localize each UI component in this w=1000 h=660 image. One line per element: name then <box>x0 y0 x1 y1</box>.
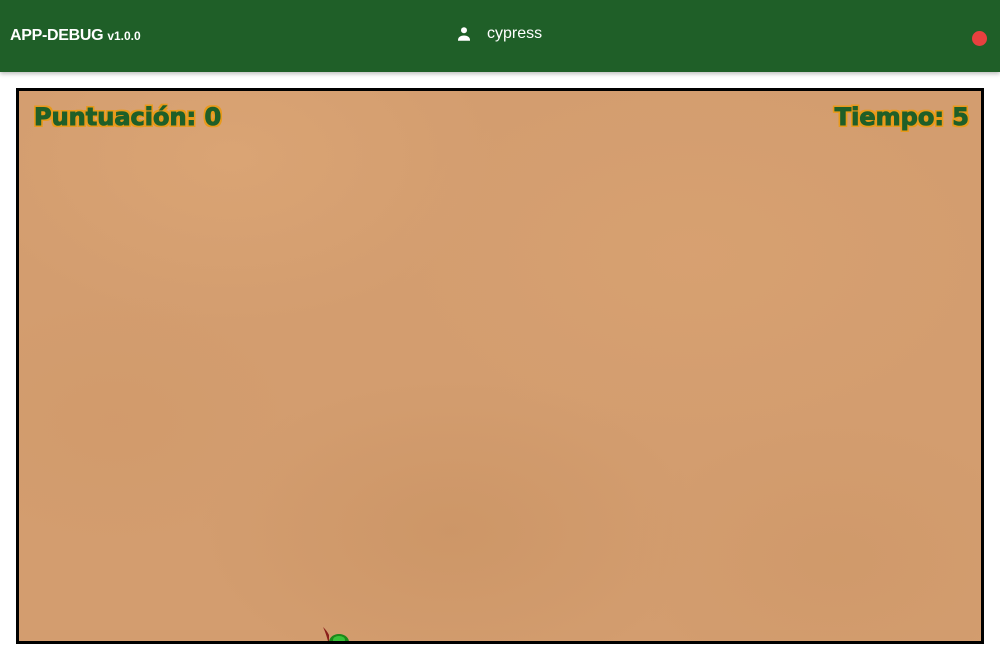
app-version: v1.0.0 <box>107 29 141 43</box>
game-canvas[interactable]: Puntuación: 0 Tiempo: 5 <box>16 88 984 644</box>
mole-sprite[interactable] <box>315 621 365 644</box>
person-icon <box>455 25 473 43</box>
user-info[interactable]: cypress <box>455 25 542 43</box>
app-name: APP-DEBUG <box>10 27 104 44</box>
time-display: Tiempo: 5 <box>834 103 969 132</box>
app-brand: APP-DEBUG v1.0.0 <box>10 27 141 45</box>
score-display: Puntuación: 0 <box>33 103 222 132</box>
status-indicator <box>972 31 987 46</box>
username: cypress <box>487 25 543 42</box>
app-header: APP-DEBUG v1.0.0 cypress <box>0 0 1000 72</box>
